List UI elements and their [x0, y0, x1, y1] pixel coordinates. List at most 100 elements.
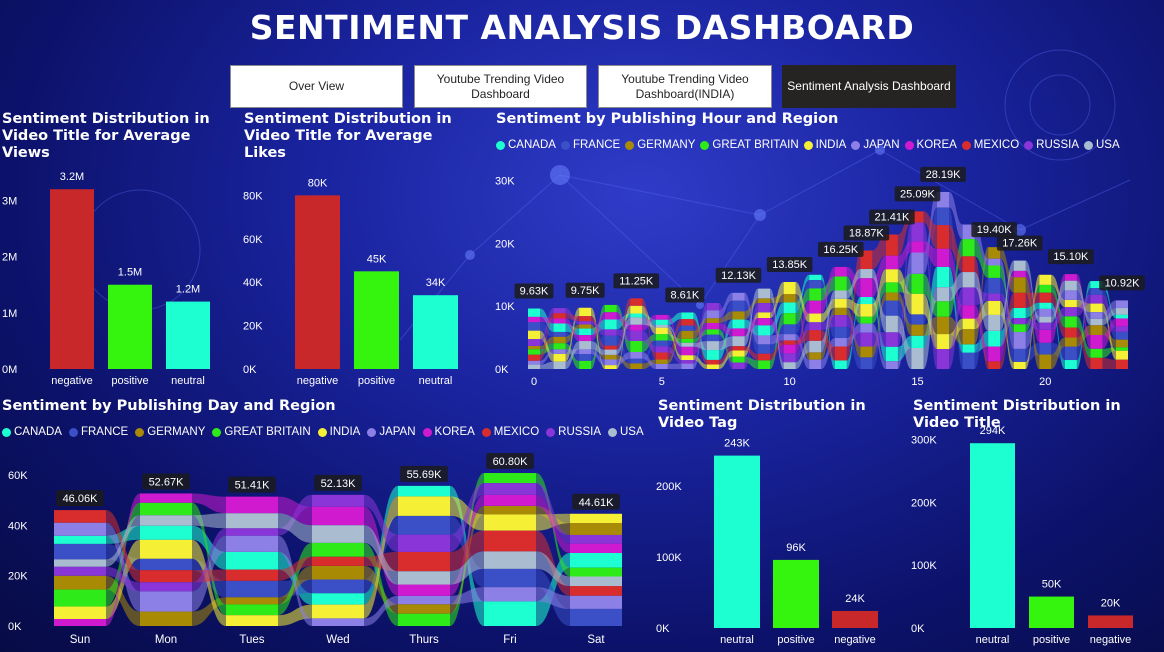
segment-canada: [860, 296, 873, 305]
x-tick-label: 10: [784, 376, 796, 388]
legend-item-korea[interactable]: KOREA: [422, 426, 475, 438]
segment-japan: [988, 258, 1001, 266]
legend-label: KOREA: [434, 426, 475, 438]
segment-canada: [140, 525, 192, 540]
y-tick-label: 200K: [911, 497, 937, 509]
legend-item-korea[interactable]: KOREA: [904, 139, 957, 151]
segment-great-britain: [140, 502, 192, 516]
legend-item-russia[interactable]: RUSSIA: [1024, 139, 1079, 151]
segment-canada: [885, 346, 898, 362]
segment-canada: [604, 319, 617, 330]
legend-item-japan[interactable]: JAPAN: [851, 139, 900, 151]
segment-mexico: [681, 319, 694, 326]
legend-item-canada[interactable]: CANADA: [496, 139, 556, 151]
segment-india: [570, 513, 622, 524]
legend-label: GREAT BRITAIN: [712, 139, 799, 151]
segment-russia: [630, 330, 643, 341]
legend-item-usa[interactable]: USA: [1084, 139, 1120, 151]
bar-chart-avg-views: 0M 1M 2M 3M 3.2M negative 1.5M positive 1.2M neut…: [2, 171, 210, 387]
segment-russia: [1116, 326, 1128, 332]
ribbon-japan: [667, 363, 682, 369]
segment-japan: [398, 595, 450, 605]
legend-item-mexico[interactable]: MEXICO: [481, 426, 539, 438]
segment-usa: [1090, 318, 1103, 326]
legend-item-japan[interactable]: JAPAN: [367, 426, 416, 438]
segment-russia: [398, 534, 450, 552]
segment-mexico: [553, 313, 566, 319]
x-tick-label: neutral: [720, 634, 754, 646]
segment-russia: [226, 528, 278, 536]
legend-dot-icon: [496, 140, 505, 150]
legend-label: USA: [620, 426, 644, 438]
segment-usa: [528, 364, 540, 369]
data-label: 9.75K: [571, 285, 600, 297]
segment-japan: [732, 292, 745, 301]
legend-item-india[interactable]: INDIA: [803, 139, 846, 151]
legend-item-germany[interactable]: GERMANY: [625, 139, 695, 151]
segment-great-britain: [604, 304, 617, 313]
legend-item-mexico[interactable]: MEXICO: [961, 139, 1019, 151]
legend-label: JAPAN: [863, 139, 900, 151]
legend-item-germany[interactable]: GERMANY: [135, 426, 205, 438]
data-label: 8.61K: [670, 289, 699, 301]
legend-item-great-britain[interactable]: GREAT BRITAIN: [700, 139, 799, 151]
segment-japan: [809, 359, 822, 369]
legend-item-great-britain[interactable]: GREAT BRITAIN: [212, 426, 311, 438]
segment-canada: [834, 360, 847, 369]
segment-russia: [732, 362, 745, 369]
bar-neutral: [413, 295, 458, 369]
segment-germany: [962, 329, 975, 345]
legend-item-usa[interactable]: USA: [608, 426, 644, 438]
segment-mexico: [528, 354, 540, 361]
nav-button-sentiment-dashboard[interactable]: Sentiment Analysis Dashboard: [782, 65, 956, 108]
legend-item-france[interactable]: FRANCE: [68, 426, 128, 438]
segment-mexico: [783, 340, 796, 345]
legend-item-canada[interactable]: CANADA: [2, 426, 62, 438]
nav-button-overview[interactable]: Over View: [230, 65, 403, 108]
legend-item-france[interactable]: FRANCE: [560, 139, 620, 151]
segment-usa: [553, 361, 566, 369]
legend-item-india[interactable]: INDIA: [317, 426, 360, 438]
segment-russia: [885, 332, 898, 347]
legend-item-russia[interactable]: RUSSIA: [546, 426, 601, 438]
segment-usa: [962, 272, 975, 288]
segment-mexico: [398, 551, 450, 572]
segment-great-britain: [1013, 324, 1026, 333]
segment-great-britain: [398, 613, 450, 626]
nav-button-trending-dashboard-india[interactable]: Youtube Trending Video Dashboard(INDIA): [598, 65, 772, 108]
bar-neutral: [166, 301, 210, 369]
x-tick-label: Sat: [587, 634, 605, 646]
legend-dot-icon: [904, 140, 914, 150]
segment-russia: [604, 329, 617, 336]
segment-korea: [834, 266, 847, 277]
segment-india: [834, 298, 847, 308]
segment-germany: [885, 292, 898, 301]
data-label: 16.25K: [823, 244, 859, 256]
segment-japan: [1116, 300, 1128, 309]
nav-button-trending-dashboard[interactable]: Youtube Trending Video Dashboard: [414, 65, 587, 108]
segment-russia: [54, 566, 106, 576]
segment-mexico: [579, 316, 592, 322]
legend-dot-icon: [961, 140, 971, 150]
segment-india: [226, 615, 278, 626]
segment-canada: [579, 328, 592, 336]
segment-canada: [911, 335, 924, 349]
segment-korea: [398, 584, 450, 596]
data-label: 243K: [724, 438, 750, 450]
segment-france: [604, 335, 617, 346]
segment-usa: [484, 551, 536, 569]
ribbon-usa: [192, 513, 226, 529]
x-tick-label: neutral: [976, 634, 1010, 646]
segment-france: [732, 300, 745, 312]
segment-germany: [911, 324, 924, 336]
segment-great-britain: [732, 356, 745, 363]
segment-japan: [226, 535, 278, 552]
segment-usa: [398, 571, 450, 585]
segment-germany: [484, 505, 536, 515]
bar-chart-video-title: 0K 100K 200K 300K 294K neutral 50K positive 20K n…: [911, 425, 1133, 646]
segment-korea: [758, 318, 771, 326]
segment-mexico: [630, 298, 643, 306]
segment-india: [681, 355, 694, 361]
segment-france: [962, 352, 975, 369]
legend-dot-icon: [367, 427, 377, 437]
